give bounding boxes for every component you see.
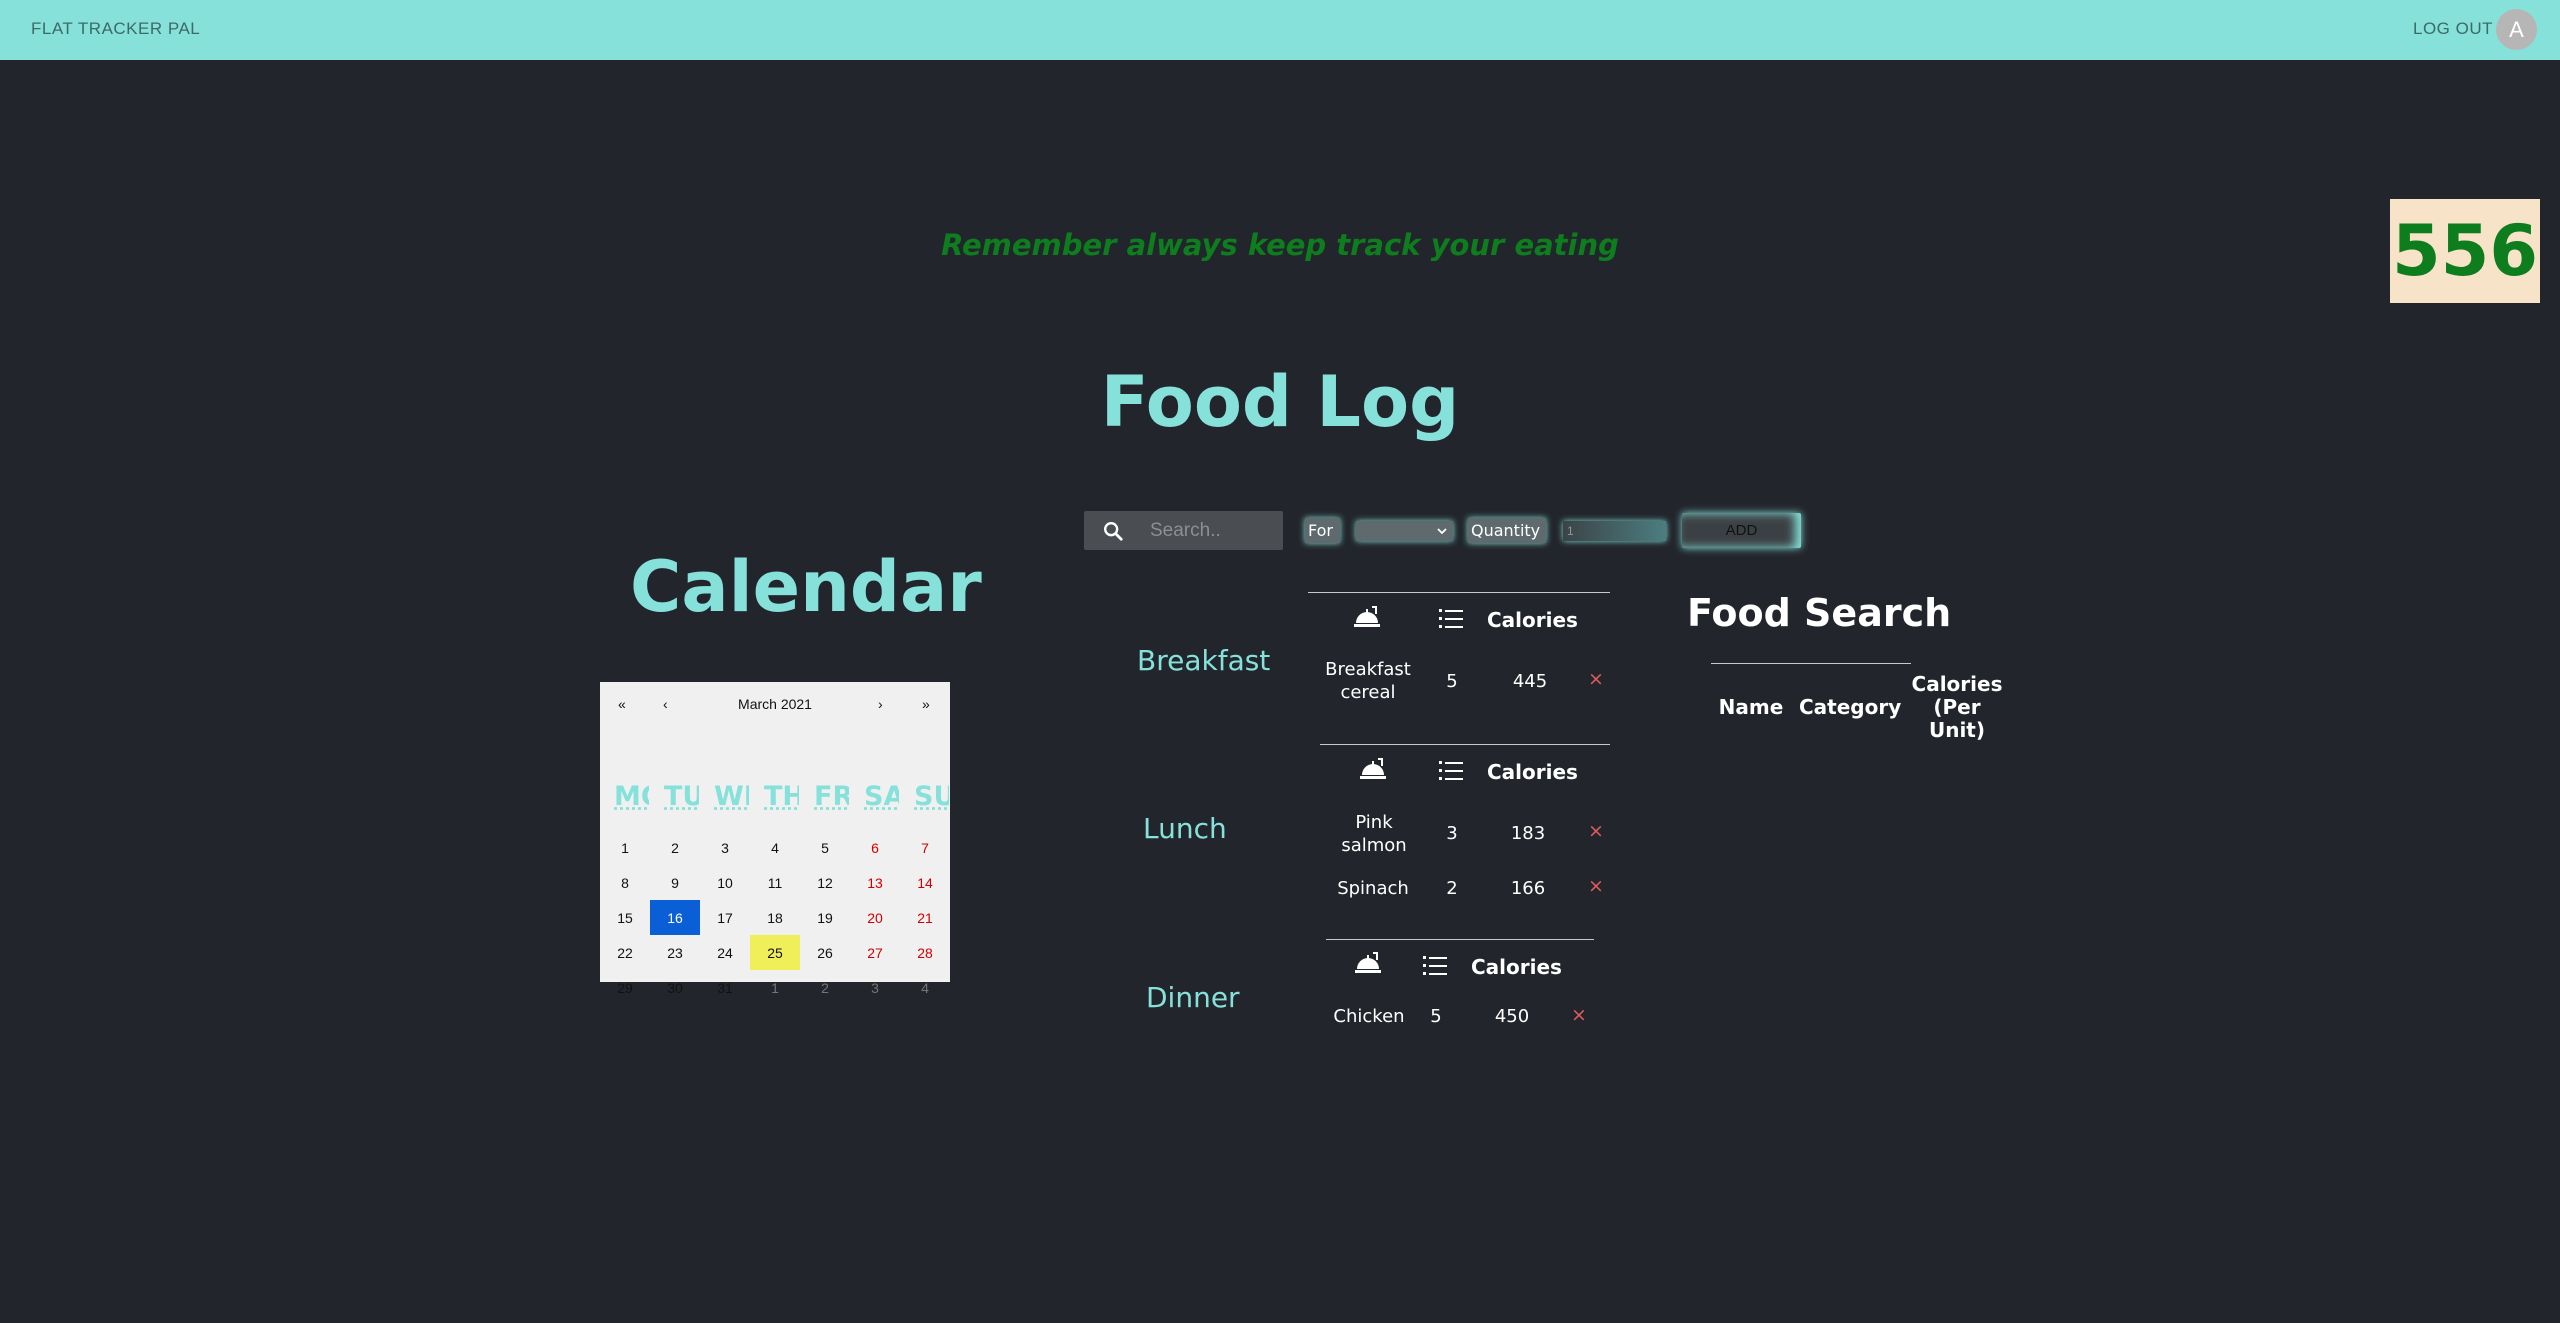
calendar-day[interactable]: 24 [700,935,750,970]
food-name: Spinach [1337,878,1409,899]
logout-button[interactable]: LOG OUT [2413,19,2493,39]
brand-logo[interactable]: FLAT TRACKER PAL [31,19,200,39]
food-search-title: Food Search [1687,591,1952,635]
calendar-day[interactable]: 10 [700,865,750,900]
calendar-day[interactable]: 27 [850,935,900,970]
calendar-day[interactable]: 9 [650,865,700,900]
delete-entry-button[interactable]: × [1588,820,1604,842]
calendar-day[interactable]: 18 [750,900,800,935]
food-quantity: 5 [1430,1006,1442,1027]
food-quantity: 5 [1446,671,1458,692]
food-name: Pink salmon [1341,812,1407,856]
calendar-day[interactable]: 13 [850,865,900,900]
avatar[interactable]: A [2496,9,2537,50]
calendar-day[interactable]: 6 [850,830,900,865]
calendar-day[interactable]: 12 [800,865,850,900]
calendar-day[interactable]: 14 [900,865,950,900]
delete-entry-button[interactable]: × [1588,668,1604,690]
calorie-total-badge: 556 [2390,199,2540,303]
calendar-day[interactable]: 17 [700,900,750,935]
weekday-label: WE [714,781,749,812]
divider [1326,939,1594,940]
calendar-day[interactable]: 15 [600,900,650,935]
divider [1320,744,1610,745]
calendar-day-next-month[interactable]: 1 [750,970,800,1005]
calendar-day[interactable]: 31 [700,970,750,1005]
calendar-day-today[interactable]: 25 [750,935,800,970]
calendar-day-next-month[interactable]: 4 [900,970,950,1005]
calendar-day[interactable]: 19 [800,900,850,935]
dish-icon [1355,952,1381,973]
quantity-label: Quantity [1468,518,1546,543]
calendar-day[interactable]: 29 [600,970,650,1005]
food-calories: 445 [1512,671,1548,692]
food-name: Chicken [1333,1006,1405,1027]
calendar-day-next-month[interactable]: 3 [850,970,900,1005]
food-search-calories-header: Calories (Per Unit) [1911,672,2003,742]
calendar-day[interactable]: 28 [900,935,950,970]
dish-icon [1360,758,1386,779]
calendar-widget: « ‹ March 2021 › » MO TU WE TH FR SA SU … [600,682,950,996]
calendar-day[interactable]: 8 [600,865,650,900]
calendar-day-next-month[interactable]: 2 [800,970,850,1005]
delete-entry-button[interactable]: × [1588,875,1604,897]
delete-entry-button[interactable]: × [1571,1004,1587,1026]
food-search-box[interactable] [1084,511,1283,550]
calendar-day[interactable]: 11 [750,865,800,900]
weekday-label: FR [814,781,849,812]
calendar-day[interactable]: 2 [650,830,700,865]
calendar-title: Calendar [630,546,982,628]
calories-header: Calories [1487,760,1578,784]
food-quantity: 3 [1446,823,1458,844]
weekday-label: MO [614,781,649,812]
lunch-label: Lunch [1143,812,1227,845]
food-name: Breakfast cereal [1325,659,1411,703]
next-month-button[interactable]: › [878,696,883,712]
calendar-day[interactable]: 7 [900,830,950,865]
list-icon [1423,956,1447,975]
calendar-day[interactable]: 1 [600,830,650,865]
food-quantity: 2 [1446,878,1458,899]
meal-select[interactable] [1356,521,1453,541]
weekday-label: TH [764,781,799,812]
calories-header: Calories [1471,955,1562,979]
dinner-label: Dinner [1146,981,1240,1014]
food-calories: 450 [1494,1006,1530,1027]
food-calories: 166 [1510,878,1546,899]
top-bar: FLAT TRACKER PAL LOG OUT A [0,0,2560,60]
divider [1711,663,1911,664]
food-calories: 183 [1510,823,1546,844]
quantity-input[interactable] [1563,521,1666,541]
calendar-day[interactable]: 4 [750,830,800,865]
reminder-text: Remember always keep track your eating [941,228,1619,262]
weekday-label: SA [864,781,899,812]
calendar-day[interactable]: 22 [600,935,650,970]
calendar-day[interactable]: 21 [900,900,950,935]
calendar-day[interactable]: 30 [650,970,700,1005]
weekday-label: TU [664,781,699,812]
calendar-month-label[interactable]: March 2021 [600,696,950,712]
add-button[interactable]: ADD [1682,513,1801,548]
weekday-label: SU [914,781,949,812]
dish-icon [1354,606,1380,627]
search-icon [1104,522,1123,541]
calendar-day[interactable]: 23 [650,935,700,970]
next-year-button[interactable]: » [922,696,930,712]
food-search-name-header: Name [1718,695,1784,719]
calendar-day[interactable]: 3 [700,830,750,865]
for-label: For [1305,518,1340,543]
calendar-day[interactable]: 20 [850,900,900,935]
food-search-category-header: Category [1799,695,1902,719]
page-title: Food Log [1100,361,1460,443]
divider [1308,592,1610,593]
list-icon [1439,609,1463,628]
chevron-down-icon [1437,528,1447,535]
search-input[interactable] [1150,511,1280,550]
calendar-day[interactable]: 5 [800,830,850,865]
list-icon [1439,761,1463,780]
calendar-day[interactable]: 26 [800,935,850,970]
calendar-day-selected[interactable]: 16 [650,900,700,935]
calories-header: Calories [1487,608,1578,632]
breakfast-label: Breakfast [1137,644,1271,677]
